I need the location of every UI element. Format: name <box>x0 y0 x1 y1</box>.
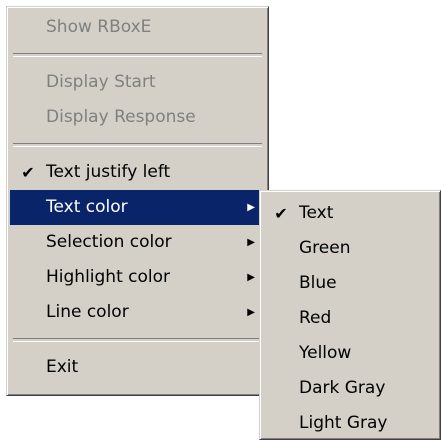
submenu-item-label: Blue <box>299 273 337 293</box>
menu-item-label: Show RBoxE <box>46 17 152 37</box>
menu-item-text-justify-left[interactable]: ✔ Text justify left <box>10 155 265 190</box>
menu-item-display-start: Display Start <box>10 65 265 100</box>
text-color-submenu: ✔ Text Green Blue Red Yellow Dark Gray L… <box>259 190 441 440</box>
menu-item-label: Display Start <box>46 72 156 92</box>
menu-item-label: Exit <box>46 357 79 377</box>
menu-item-selection-color[interactable]: Selection color ▶ <box>10 225 265 260</box>
submenu-item-label: Text <box>299 203 334 223</box>
submenu-arrow-icon: ▶ <box>247 307 255 318</box>
menu-item-text-color[interactable]: Text color ▶ <box>10 190 265 225</box>
submenu-item-green[interactable]: Green <box>263 231 437 266</box>
menu-item-exit[interactable]: Exit <box>10 350 265 385</box>
submenu-arrow-icon: ▶ <box>247 272 255 283</box>
menu-item-label: Line color <box>46 302 129 322</box>
submenu-arrow-icon: ▶ <box>247 202 255 213</box>
submenu-item-label: Green <box>299 238 351 258</box>
submenu-item-blue[interactable]: Blue <box>263 266 437 301</box>
submenu-item-text[interactable]: ✔ Text <box>263 196 437 231</box>
menu-item-label: Text justify left <box>46 162 171 182</box>
submenu-item-red[interactable]: Red <box>263 301 437 336</box>
menu-item-label: Display Response <box>46 107 196 127</box>
menu-item-label: Text color <box>46 197 128 217</box>
menu-item-line-color[interactable]: Line color ▶ <box>10 295 265 330</box>
checkmark-icon: ✔ <box>274 204 288 223</box>
context-menu: Show RBoxE Display Start Display Respons… <box>6 6 269 396</box>
submenu-item-label: Yellow <box>299 343 352 363</box>
submenu-arrow-icon: ▶ <box>247 237 255 248</box>
submenu-item-label: Dark Gray <box>299 378 386 398</box>
menu-item-label: Selection color <box>46 232 172 252</box>
menu-item-highlight-color[interactable]: Highlight color ▶ <box>10 260 265 295</box>
screenshot-stage: Show RBoxE Display Start Display Respons… <box>0 0 441 440</box>
checkmark-icon: ✔ <box>21 163 35 182</box>
menu-item-show-rboxe: Show RBoxE <box>10 10 265 45</box>
submenu-item-label: Light Gray <box>299 413 388 433</box>
menu-separator <box>13 53 262 57</box>
submenu-item-yellow[interactable]: Yellow <box>263 336 437 371</box>
menu-separator <box>13 338 262 342</box>
menu-item-label: Highlight color <box>46 267 171 287</box>
submenu-item-label: Red <box>299 308 332 328</box>
menu-item-display-response: Display Response <box>10 100 265 135</box>
submenu-item-dark-gray[interactable]: Dark Gray <box>263 371 437 406</box>
menu-separator <box>13 143 262 147</box>
submenu-item-light-gray[interactable]: Light Gray <box>263 406 437 440</box>
